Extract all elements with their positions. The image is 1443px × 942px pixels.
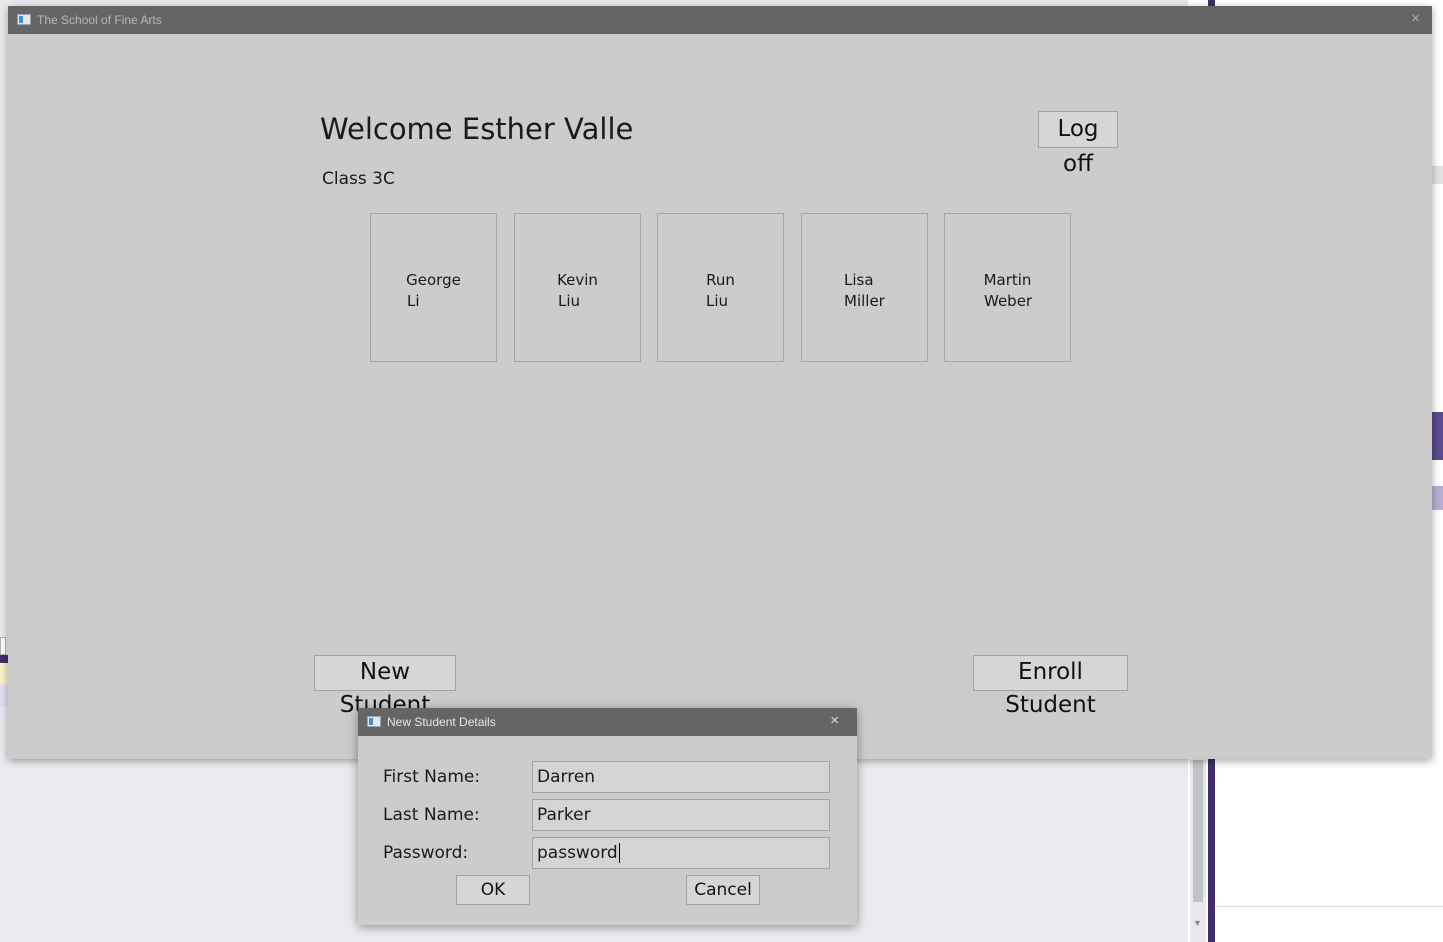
student-name: Run Liu (658, 270, 783, 312)
cancel-button[interactable]: Cancel (686, 875, 760, 905)
student-first-name: Lisa (844, 271, 874, 289)
last-name-value: Parker (537, 805, 591, 825)
class-label: Class 3C (322, 169, 395, 189)
student-name: George Li (371, 270, 496, 312)
student-first-name: George (406, 271, 461, 289)
password-field[interactable]: password (532, 837, 830, 869)
student-name: Kevin Liu (515, 270, 640, 312)
main-window-titlebar[interactable]: The School of Fine Arts × (8, 6, 1432, 34)
new-student-dialog: New Student Details × First Name: Darren… (358, 708, 857, 925)
student-card[interactable]: Kevin Liu (514, 213, 641, 362)
close-icon[interactable]: × (830, 712, 839, 729)
main-window: The School of Fine Arts × Welcome Esther… (8, 6, 1432, 759)
desktop: ▼ The School of Fine Arts × Welcome Esth… (0, 0, 1443, 942)
password-label: Password: (383, 843, 469, 863)
close-icon[interactable]: × (1411, 10, 1420, 27)
student-last-name: Weber (984, 292, 1033, 310)
password-value: password (537, 843, 618, 863)
student-first-name: Run (706, 271, 735, 289)
student-card[interactable]: George Li (370, 213, 497, 362)
first-name-label: First Name: (383, 767, 481, 787)
student-card[interactable]: Run Liu (657, 213, 784, 362)
new-student-button[interactable]: New Student (314, 655, 456, 718)
background-editor-fragment (0, 637, 6, 655)
dialog-titlebar[interactable]: New Student Details × (358, 708, 857, 736)
chevron-down-icon[interactable]: ▼ (1193, 918, 1202, 928)
student-name: Lisa Miller (802, 270, 927, 312)
enroll-student-button[interactable]: Enroll Student (973, 655, 1128, 718)
background-editor-fragment (0, 663, 8, 683)
student-first-name: Kevin (557, 271, 598, 289)
student-last-name: Liu (558, 292, 581, 310)
text-caret (618, 843, 620, 863)
background-scroll-thumb[interactable] (1193, 760, 1203, 902)
student-first-name: Martin (983, 271, 1032, 289)
logoff-button[interactable]: Log off (1038, 111, 1118, 177)
student-last-name: Li (407, 292, 420, 310)
student-last-name: Miller (844, 292, 885, 310)
ok-button[interactable]: OK (456, 875, 530, 905)
student-last-name: Liu (706, 292, 729, 310)
student-name: Martin Weber (945, 270, 1070, 312)
last-name-field[interactable]: Parker (532, 799, 830, 831)
app-window-icon (367, 716, 381, 727)
first-name-value: Darren (537, 767, 596, 787)
welcome-heading: Welcome Esther Valle (320, 112, 634, 146)
background-editor-fragment (0, 655, 8, 663)
background-editor-fragment (0, 685, 8, 707)
dialog-title: New Student Details (387, 715, 496, 729)
first-name-field[interactable]: Darren (532, 761, 830, 793)
background-divider (1215, 906, 1443, 907)
student-card[interactable]: Lisa Miller (801, 213, 928, 362)
student-card[interactable]: Martin Weber (944, 213, 1071, 362)
last-name-label: Last Name: (383, 805, 480, 825)
app-window-icon (17, 14, 31, 25)
main-window-title: The School of Fine Arts (37, 13, 162, 27)
